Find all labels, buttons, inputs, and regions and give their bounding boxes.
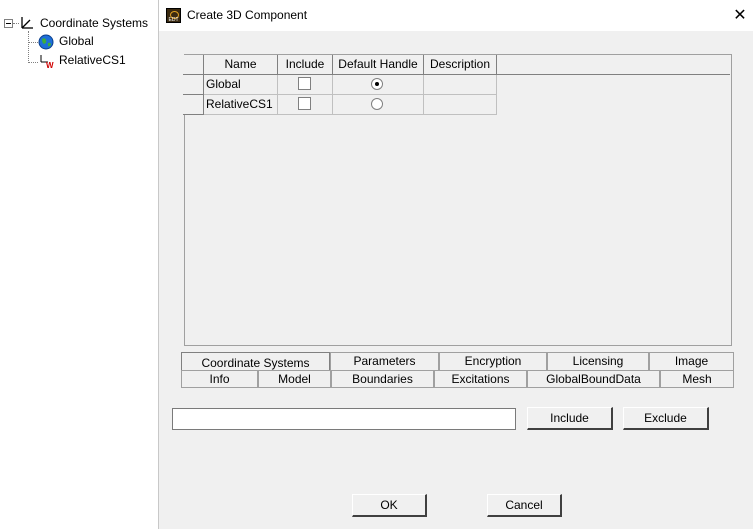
- tree-connector: [28, 42, 38, 43]
- row-header[interactable]: [183, 95, 204, 115]
- project-tree: Coordinate Systems Global W RelativeCS1: [0, 0, 158, 529]
- svg-text:W: W: [46, 61, 54, 69]
- relative-cs-icon: W: [40, 55, 54, 69]
- include-checkbox-global[interactable]: [298, 77, 311, 90]
- table-cell-include: [278, 95, 333, 115]
- tab-coordinate-systems[interactable]: Coordinate Systems: [181, 352, 330, 371]
- table-cell-default-handle: [333, 75, 424, 95]
- table-cell-default-handle: [333, 95, 424, 115]
- column-header-description[interactable]: Description: [424, 55, 497, 75]
- table-cell-include: [278, 75, 333, 95]
- tree-item-global[interactable]: Global: [59, 32, 94, 50]
- default-handle-radio-relativecs1[interactable]: [371, 98, 383, 110]
- column-header-filler: [497, 55, 730, 75]
- tab-encryption[interactable]: Encryption: [439, 352, 547, 370]
- tree-item-relativecs1[interactable]: RelativeCS1: [59, 51, 126, 69]
- table-cell-name: Global: [204, 75, 278, 95]
- table-cell-description[interactable]: [424, 75, 497, 95]
- column-header-name[interactable]: Name: [204, 55, 278, 75]
- include-checkbox-relativecs1[interactable]: [298, 97, 311, 110]
- tab-licensing[interactable]: Licensing: [547, 352, 649, 370]
- tree-item-coordinate-systems[interactable]: Coordinate Systems: [40, 14, 148, 32]
- close-icon[interactable]: ✕: [726, 0, 753, 31]
- tab-info[interactable]: Info: [181, 370, 258, 388]
- dialog-title: Create 3D Component: [187, 8, 308, 22]
- coordinate-systems-grid: Name Include Default Handle Description …: [183, 55, 730, 345]
- tabs-baseline: [181, 387, 734, 388]
- tab-image[interactable]: Image: [649, 352, 734, 370]
- tree-connector: [28, 31, 29, 63]
- tab-mesh[interactable]: Mesh: [660, 370, 734, 388]
- include-button[interactable]: Include: [527, 407, 613, 430]
- filter-input[interactable]: [172, 408, 516, 430]
- grid-corner: [183, 55, 204, 75]
- tree-connector: [28, 62, 38, 63]
- tab-parameters[interactable]: Parameters: [330, 352, 439, 370]
- tab-excitations[interactable]: Excitations: [434, 370, 527, 388]
- exclude-button[interactable]: Exclude: [623, 407, 709, 430]
- coordinate-axes-icon: [21, 17, 33, 29]
- ok-button[interactable]: OK: [352, 494, 427, 517]
- table-cell-description[interactable]: [424, 95, 497, 115]
- globe-icon: [38, 34, 54, 50]
- row-header[interactable]: [183, 75, 204, 95]
- default-handle-radio-global[interactable]: [371, 78, 383, 90]
- tab-globalbounddata[interactable]: GlobalBoundData: [527, 370, 660, 388]
- edt-app-icon: [166, 8, 181, 23]
- column-header-include[interactable]: Include: [278, 55, 333, 75]
- title-bar[interactable]: Create 3D Component ✕: [159, 0, 753, 31]
- column-header-default-handle[interactable]: Default Handle: [333, 55, 424, 75]
- cancel-button[interactable]: Cancel: [487, 494, 562, 517]
- tab-model[interactable]: Model: [258, 370, 331, 388]
- table-cell-name: RelativeCS1: [204, 95, 278, 115]
- tab-boundaries[interactable]: Boundaries: [331, 370, 434, 388]
- collapse-toggle[interactable]: [4, 19, 13, 28]
